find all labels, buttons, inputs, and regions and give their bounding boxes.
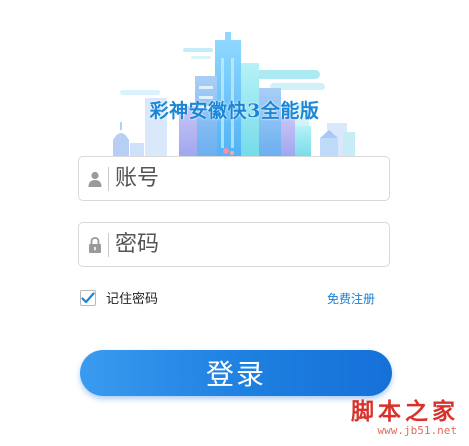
field-separator bbox=[108, 166, 109, 191]
remember-checkbox[interactable] bbox=[80, 289, 96, 306]
password-field[interactable] bbox=[78, 222, 390, 267]
register-link[interactable]: 免费注册 bbox=[327, 290, 375, 307]
watermark-url: www.jb51.net bbox=[377, 424, 457, 437]
app-title: 彩神安徽快3全能版 bbox=[149, 100, 320, 122]
remember-password[interactable]: 记住密码 bbox=[80, 288, 158, 307]
watermark: 脚本之家 www.jb51.net bbox=[330, 392, 465, 442]
user-icon bbox=[81, 157, 108, 200]
lock-icon bbox=[81, 223, 108, 266]
login-window: 彩神安徽快3全能版 记住密码 bbox=[0, 0, 469, 446]
account-field[interactable] bbox=[78, 156, 390, 201]
account-input[interactable] bbox=[115, 157, 389, 200]
watermark-text: 脚本之家 bbox=[351, 398, 459, 425]
checkmark-icon bbox=[81, 291, 95, 303]
password-input[interactable] bbox=[115, 223, 389, 266]
remember-label: 记住密码 bbox=[106, 292, 159, 307]
login-button[interactable]: 登录 bbox=[80, 350, 392, 396]
city-illustration bbox=[95, 32, 375, 158]
field-separator bbox=[108, 232, 109, 257]
